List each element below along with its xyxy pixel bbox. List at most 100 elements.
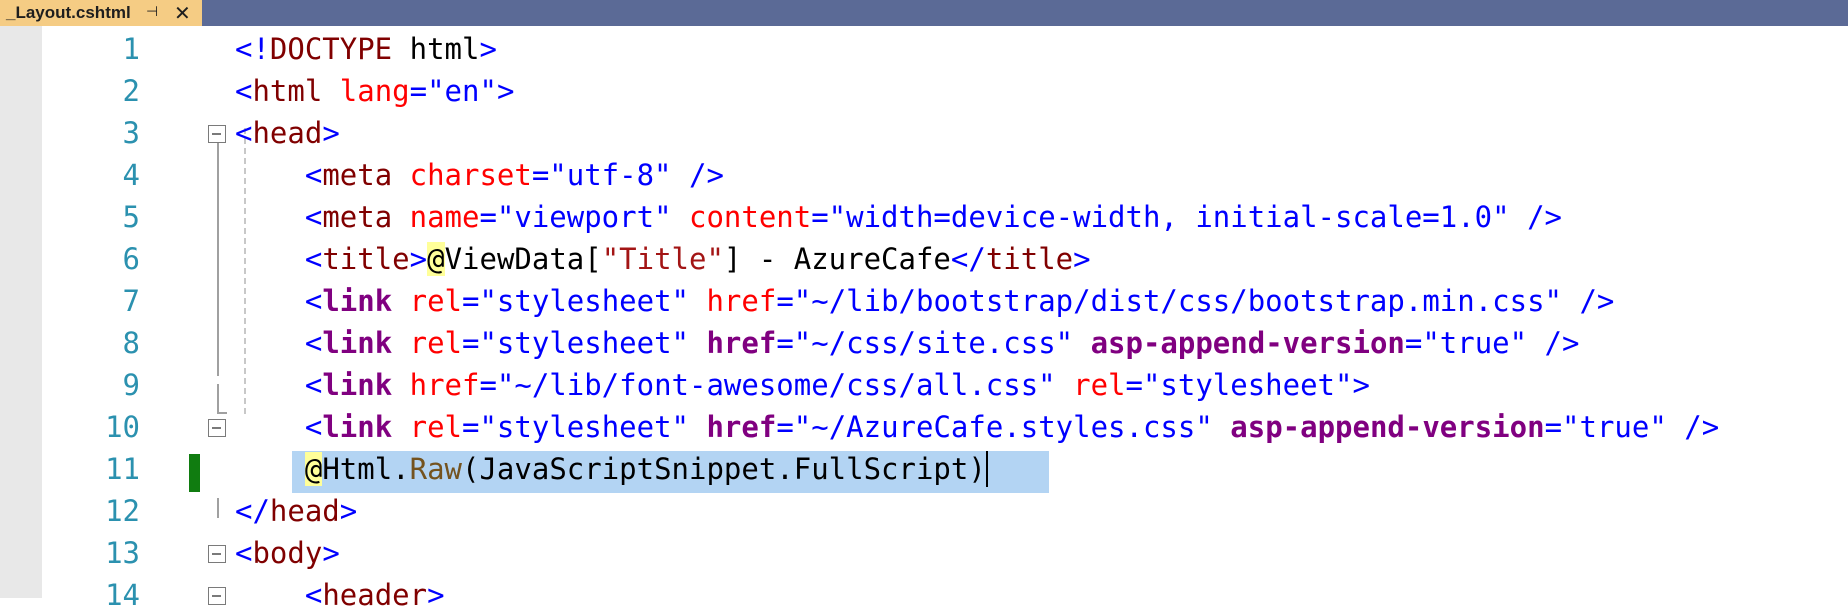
line-number: 9 (122, 368, 140, 402)
collapse-icon[interactable] (208, 587, 226, 605)
code-token: /> (1562, 284, 1615, 318)
code-line[interactable]: 2 <html lang="en"> (0, 70, 1848, 112)
line-number: 12 (105, 494, 140, 528)
code-editor[interactable]: 1 <!DOCTYPE html> 2 <html lang="en"> 3 <head>… (0, 26, 1848, 612)
code-token: (JavaScriptSnippet.FullScript) (462, 452, 986, 486)
code-line[interactable]: 14 <header> (0, 574, 1848, 616)
code-token: > (322, 116, 340, 150)
code-token: DOCTYPE (269, 32, 393, 66)
code-token: "Title" (601, 242, 724, 276)
code-line[interactable]: 5 <meta name="viewport" content="width=d… (0, 196, 1848, 238)
code-token: Raw (409, 452, 463, 486)
code-line[interactable]: 10 <link rel="stylesheet" href="~/AzureC… (0, 406, 1848, 448)
code-token: content (689, 200, 812, 234)
code-line[interactable]: 8 <link rel="stylesheet" href="~/css/sit… (0, 322, 1848, 364)
code-token: href (706, 284, 777, 318)
code-token: ="stylesheet" (1125, 368, 1353, 402)
code-token: /> (1666, 410, 1720, 444)
code-text: <link rel="stylesheet" href="~/AzureCafe… (235, 406, 1719, 448)
document-tab[interactable]: _Layout.cshtml ⊣ ✕ (0, 0, 202, 26)
code-line[interactable]: 1 <!DOCTYPE html> (0, 28, 1848, 70)
code-token: charset (409, 158, 532, 192)
code-text: <body> (235, 532, 340, 574)
code-token: ViewData[ (444, 242, 602, 276)
line-number: 8 (122, 326, 140, 360)
close-icon[interactable]: ✕ (174, 1, 191, 25)
code-token: ="stylesheet" (462, 326, 689, 360)
code-line[interactable]: 11 @Html.Raw(JavaScriptSnippet.FullScrip… (0, 448, 1848, 490)
code-line[interactable]: 13 <body> (0, 532, 1848, 574)
code-line[interactable]: 4 <meta charset="utf-8" /> (0, 154, 1848, 196)
code-token: > (427, 578, 445, 612)
code-line[interactable]: 12 </head> (0, 490, 1848, 532)
code-token: html (252, 74, 323, 108)
line-number: 3 (122, 116, 140, 150)
code-line[interactable]: 6 <title>@ViewData["Title"] - AzureCafe<… (0, 238, 1848, 280)
code-text: <link rel="stylesheet" href="~/lib/boots… (235, 280, 1615, 322)
code-token: Html. (322, 452, 410, 486)
code-token: link (322, 284, 393, 318)
code-text: </head> (235, 490, 357, 532)
code-token: title (985, 242, 1074, 276)
code-line[interactable]: 9 <link href="~/lib/font-awesome/css/all… (0, 364, 1848, 406)
pin-icon[interactable]: ⊣ (146, 4, 158, 20)
code-text: @Html.Raw(JavaScriptSnippet.FullScript) (235, 448, 986, 490)
code-token: body (252, 536, 323, 570)
code-line[interactable]: 7 <link rel="stylesheet" href="~/lib/boo… (0, 280, 1848, 322)
code-text: <html lang="en"> (235, 70, 514, 112)
code-text: <meta charset="utf-8" /> (235, 154, 724, 196)
collapse-icon[interactable] (208, 545, 226, 563)
code-token: /> (1527, 326, 1580, 360)
line-number: 2 (122, 74, 140, 108)
code-token: </ (235, 494, 270, 528)
code-token: > (496, 74, 515, 108)
line-number: 6 (122, 242, 140, 276)
code-token: ="stylesheet" (462, 410, 689, 444)
code-line[interactable]: 3 <head> (0, 112, 1848, 154)
code-text: <title>@ViewData["Title"] - AzureCafe</t… (235, 238, 1091, 280)
code-token: rel (409, 326, 463, 360)
code-token: ="~/lib/bootstrap/dist/css/bootstrap.min… (776, 284, 1562, 318)
code-token: /> (1509, 200, 1562, 234)
code-token: ="width=device-width, initial-scale=1.0" (811, 200, 1510, 234)
code-token: < (304, 200, 323, 234)
code-token: href (409, 368, 480, 402)
tab-title: _Layout.cshtml (6, 3, 131, 22)
code-token: @ (427, 242, 445, 276)
code-token: < (304, 326, 323, 360)
line-number: 11 (105, 452, 140, 486)
code-token: > (1352, 368, 1370, 402)
document-tab-bar: _Layout.cshtml ⊣ ✕ (0, 0, 1848, 26)
code-token: </ (950, 242, 986, 276)
code-token: > (1073, 242, 1091, 276)
code-token: rel (409, 284, 463, 318)
code-token: ="~/css/site.css" (776, 326, 1074, 360)
collapse-icon[interactable] (208, 419, 226, 437)
code-token: title (322, 242, 410, 276)
collapse-icon[interactable] (208, 125, 226, 143)
code-token: rel (1073, 368, 1126, 402)
code-token: < (304, 368, 323, 402)
code-token: < (304, 158, 323, 192)
code-token: ="stylesheet" (462, 284, 689, 318)
code-token: ="~/AzureCafe.styles.css" (776, 410, 1213, 444)
code-token: < (304, 410, 323, 444)
code-token: ="en" (409, 74, 497, 108)
code-token: meta (322, 158, 393, 192)
